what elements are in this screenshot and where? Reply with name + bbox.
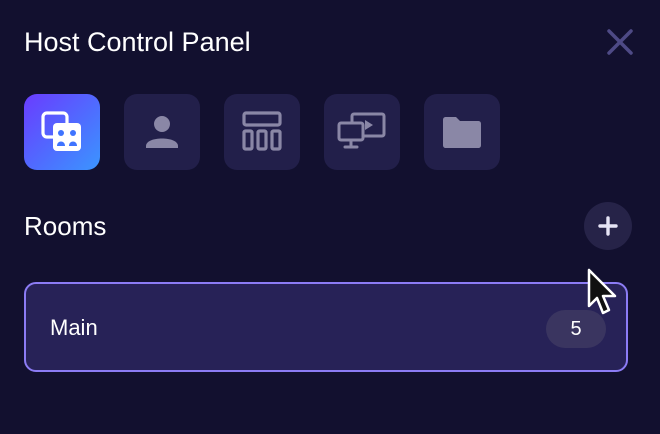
screen-share-icon	[337, 112, 386, 149]
plus-icon	[598, 216, 618, 236]
layout-icon	[242, 111, 282, 151]
tool-participants[interactable]	[124, 94, 200, 170]
close-button[interactable]	[600, 24, 640, 60]
tool-rooms[interactable]	[24, 94, 100, 170]
add-room-button[interactable]	[584, 202, 632, 250]
host-control-panel: Host Control Panel Rooms Main 5	[0, 0, 660, 434]
panel-title: Host Control Panel	[24, 27, 251, 57]
rooms-heading: Rooms	[24, 211, 107, 241]
tool-layout[interactable]	[224, 94, 300, 170]
close-icon	[607, 29, 633, 55]
room-name: Main	[50, 315, 98, 340]
participant-count-badge: 5	[546, 310, 606, 348]
tool-screen-share[interactable]	[324, 94, 400, 170]
user-icon	[146, 116, 178, 148]
rooms-icon	[41, 111, 81, 151]
folder-icon	[443, 117, 481, 148]
room-item-main[interactable]: Main 5	[24, 282, 628, 372]
tool-bar	[24, 94, 500, 170]
tool-files[interactable]	[424, 94, 500, 170]
